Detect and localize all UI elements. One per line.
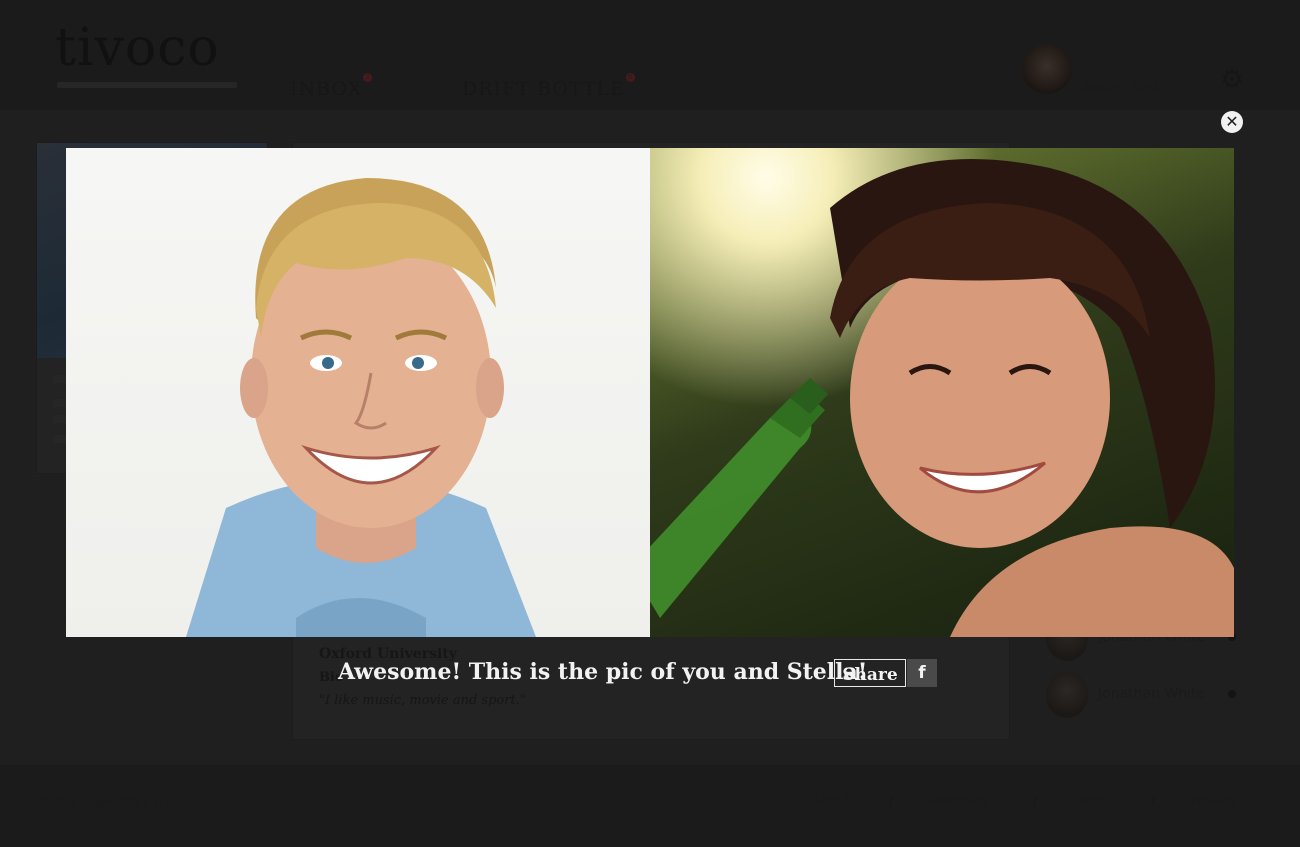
man-portrait-illustration bbox=[186, 178, 536, 637]
online-status-dot bbox=[1228, 690, 1236, 698]
footer: © Copyright 2013 Tivoco About / Feedback… bbox=[0, 765, 1300, 847]
friend-name: Jonathan White bbox=[1098, 686, 1206, 702]
gear-icon[interactable]: ⚙ bbox=[1218, 66, 1246, 94]
footer-separator: / bbox=[1033, 794, 1038, 809]
footer-link-privacy[interactable]: Privacy bbox=[1190, 794, 1237, 809]
inbox-badge: 2 bbox=[363, 73, 373, 82]
tivoco-logo[interactable]: tivoco bbox=[55, 20, 220, 76]
profile-quote: "I like music, movie and sport." bbox=[319, 693, 526, 708]
woman-portrait-illustration bbox=[650, 159, 1234, 637]
nav-inbox[interactable]: INBOX 2 bbox=[290, 73, 373, 100]
share-button[interactable]: Share bbox=[834, 659, 906, 687]
logo-tagline bbox=[57, 82, 237, 88]
photo-left-man bbox=[66, 148, 650, 637]
facebook-icon: f bbox=[918, 663, 926, 683]
drift-bottle-badge: 8 bbox=[626, 73, 636, 82]
facebook-share-button[interactable]: f bbox=[907, 659, 937, 687]
user-avatar[interactable] bbox=[1022, 44, 1072, 94]
copyright-icon: © bbox=[40, 795, 52, 809]
nav-drift-bottle-label: DRIFT BOTTLE bbox=[462, 78, 626, 100]
copyright-text: © Copyright 2013 Tivoco bbox=[40, 795, 191, 809]
user-name[interactable]: Amber Smi... bbox=[1081, 80, 1173, 96]
friend-list-item[interactable]: Jonathan White bbox=[1046, 672, 1246, 720]
footer-separator: / bbox=[889, 794, 894, 809]
footer-link-terms[interactable]: Terms bbox=[1072, 794, 1110, 809]
footer-link-about[interactable]: About bbox=[812, 794, 850, 809]
nav-drift-bottle[interactable]: DRIFT BOTTLE 8 bbox=[462, 73, 636, 100]
footer-link-feedback[interactable]: Feedback bbox=[928, 794, 990, 809]
footer-separator: / bbox=[1151, 794, 1156, 809]
top-header: tivoco INBOX 2 DRIFT BOTTLE 8 Amber Smi.… bbox=[0, 0, 1300, 110]
modal-caption: Awesome! This is the pic of you and Stel… bbox=[338, 659, 868, 685]
nav-inbox-label: INBOX bbox=[290, 78, 363, 100]
close-icon[interactable]: ✕ bbox=[1221, 111, 1243, 133]
shared-photo bbox=[66, 148, 1234, 637]
photo-right-woman bbox=[650, 148, 1234, 637]
copyright-label: Copyright 2013 Tivoco bbox=[55, 795, 192, 809]
friend-avatar bbox=[1046, 672, 1088, 718]
